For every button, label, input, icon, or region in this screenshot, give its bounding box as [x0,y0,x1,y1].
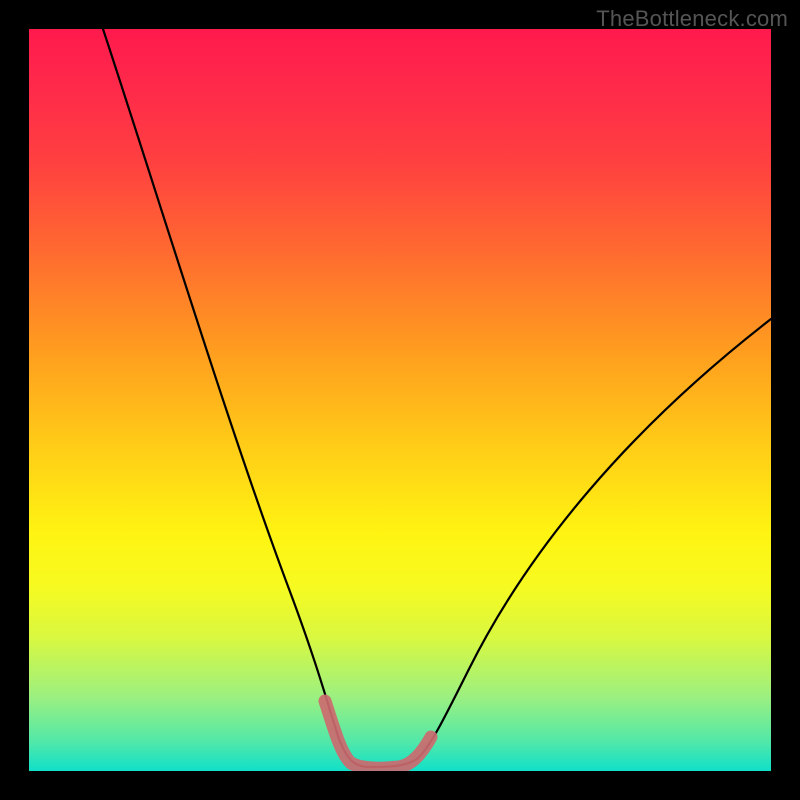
bottleneck-curve-svg [29,29,771,771]
chart-plot-area [29,29,771,771]
highlight-segment [325,701,431,768]
bottleneck-curve-path [103,29,771,767]
watermark-text: TheBottleneck.com [596,6,788,32]
